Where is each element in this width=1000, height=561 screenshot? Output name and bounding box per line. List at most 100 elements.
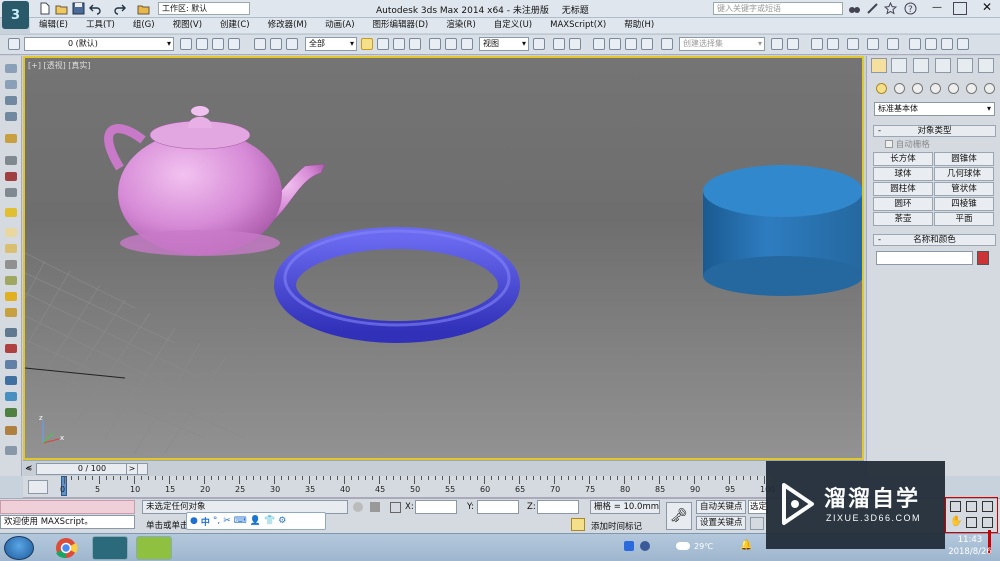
tool-omni-icon[interactable] <box>5 308 17 317</box>
tool-world-icon[interactable] <box>5 392 17 401</box>
tool-shape-icon[interactable] <box>5 228 17 237</box>
rectangular-selection-icon[interactable] <box>393 38 405 50</box>
lights-icon[interactable] <box>912 83 923 94</box>
tool-render-icon[interactable] <box>5 172 17 181</box>
pivot-center-icon[interactable] <box>533 38 545 50</box>
ime-tray-icon[interactable] <box>624 541 634 551</box>
ime-scissors-icon[interactable]: ✂ <box>223 516 231 526</box>
cylinder-button[interactable]: 圆柱体 <box>873 182 933 196</box>
notification-bell-icon[interactable]: 🔔 <box>740 540 752 551</box>
menu-views[interactable]: 视图(V) <box>164 18 211 33</box>
sphere-button[interactable]: 球体 <box>873 167 933 181</box>
tool-selection-icon[interactable] <box>5 64 17 73</box>
curve-editor-icon[interactable] <box>867 38 879 50</box>
box-button[interactable]: 长方体 <box>873 152 933 166</box>
curve-editor-mini-icon[interactable] <box>28 480 48 494</box>
material-editor-icon[interactable] <box>909 38 921 50</box>
favorites-star-icon[interactable] <box>884 2 897 15</box>
torus-button[interactable]: 圆环 <box>873 197 933 211</box>
tool-layer-icon[interactable] <box>5 112 17 121</box>
window-crossing-icon[interactable] <box>409 38 421 50</box>
maxscript-output[interactable]: 欢迎使用 MAXScript。 <box>0 515 135 529</box>
ime-user-icon[interactable]: 👤 <box>250 516 261 526</box>
menu-customize[interactable]: 自定义(U) <box>485 18 541 33</box>
selection-lock-icon[interactable] <box>370 502 380 512</box>
tool-freeze-icon[interactable] <box>5 134 17 143</box>
menu-animation[interactable]: 动画(A) <box>316 18 363 33</box>
shapes-icon[interactable] <box>894 83 905 94</box>
tool-paint-icon[interactable] <box>5 408 17 417</box>
y-coordinate-input[interactable] <box>477 500 519 514</box>
name-color-rollout-header[interactable]: - 名称和颜色 <box>873 234 996 246</box>
add-time-tag-label[interactable]: 添加时间标记 <box>591 520 642 532</box>
menu-graph-editors[interactable]: 图形编辑器(D) <box>364 18 438 33</box>
orbit-icon[interactable] <box>966 517 977 528</box>
systems-icon[interactable] <box>984 83 995 94</box>
maximize-viewport-icon[interactable] <box>982 517 993 528</box>
torus-object[interactable] <box>274 227 520 343</box>
angle-snap-icon[interactable] <box>609 38 621 50</box>
align-icon[interactable] <box>787 38 799 50</box>
hierarchy-tab-icon[interactable] <box>913 58 929 73</box>
graphite-toolbar-icon[interactable] <box>847 38 859 50</box>
cameras-icon[interactable] <box>930 83 941 94</box>
tool-object-icon[interactable] <box>5 244 17 253</box>
open-file-icon[interactable] <box>55 2 68 15</box>
unlink-icon[interactable] <box>270 38 282 50</box>
bind-space-warp-icon[interactable] <box>286 38 298 50</box>
keyboard-shortcut-icon[interactable] <box>569 38 581 50</box>
perspective-viewport[interactable]: [+] [透视] [真实] z x <box>23 56 864 460</box>
ime-skin-icon[interactable]: 👕 <box>264 516 275 526</box>
motion-tab-icon[interactable] <box>935 58 951 73</box>
app-logo-icon[interactable]: 3 <box>2 1 29 29</box>
selection-filter-dropdown[interactable]: 全部 <box>305 37 357 51</box>
redo-icon[interactable] <box>113 2 126 15</box>
tool-camera-icon[interactable] <box>5 156 17 165</box>
key-filters-icon[interactable] <box>750 517 764 530</box>
select-manipulate-icon[interactable] <box>553 38 565 50</box>
tool-sun-icon[interactable] <box>5 292 17 301</box>
tool-grid-icon[interactable] <box>5 80 17 89</box>
pyramid-button[interactable]: 四棱锥 <box>934 197 994 211</box>
close-button[interactable]: ✕ <box>978 0 996 15</box>
menu-group[interactable]: 组(G) <box>124 18 164 33</box>
select-by-name-icon[interactable] <box>377 38 389 50</box>
layer-dropdown[interactable]: 0 (默认) <box>24 37 174 51</box>
key-filter-dropdown[interactable]: 选定 <box>748 500 768 514</box>
set-current-layer-icon[interactable] <box>228 38 240 50</box>
ime-settings-icon[interactable]: ⚙ <box>278 516 286 526</box>
start-button[interactable] <box>4 536 34 560</box>
sketchup-taskbar-icon[interactable] <box>136 536 172 560</box>
mirror-icon[interactable] <box>771 38 783 50</box>
render-setup-icon[interactable] <box>925 38 937 50</box>
cone-button[interactable]: 圆锥体 <box>934 152 994 166</box>
z-coordinate-input[interactable] <box>537 500 579 514</box>
named-selection-set-dropdown[interactable]: 创建选择集 <box>679 37 765 51</box>
tool-settings-icon[interactable] <box>5 446 17 455</box>
scene-explorer-icon[interactable] <box>811 38 823 50</box>
geometry-icon[interactable] <box>876 83 887 94</box>
menu-maxscript[interactable]: MAXScript(X) <box>541 18 615 33</box>
space-warps-icon[interactable] <box>966 83 977 94</box>
menu-modifiers[interactable]: 修改器(M) <box>259 18 316 33</box>
add-to-layer-icon[interactable] <box>196 38 208 50</box>
set-key-mode-button[interactable]: 设置关键点 <box>696 516 746 530</box>
modify-tab-icon[interactable] <box>891 58 907 73</box>
weather-temperature[interactable]: 29℃ <box>694 542 713 551</box>
menu-rendering[interactable]: 渲染(R) <box>437 18 485 33</box>
edit-named-selection-icon[interactable] <box>661 38 673 50</box>
teapot-button[interactable]: 茶壶 <box>873 212 933 226</box>
select-in-layer-icon[interactable] <box>212 38 224 50</box>
tool-teapot-icon[interactable] <box>5 276 17 285</box>
move-icon[interactable] <box>429 38 441 50</box>
percent-snap-icon[interactable] <box>625 38 637 50</box>
link-icon[interactable] <box>254 38 266 50</box>
chrome-taskbar-icon[interactable] <box>48 536 84 560</box>
tool-list-icon[interactable] <box>5 96 17 105</box>
system-clock[interactable]: 11:43 2018/8/26 <box>945 534 995 558</box>
schematic-view-icon[interactable] <box>887 38 899 50</box>
menu-tools[interactable]: 工具(T) <box>77 18 124 33</box>
rotate-icon[interactable] <box>445 38 457 50</box>
reference-coordinate-dropdown[interactable]: 视图 <box>479 37 529 51</box>
communication-center-icon[interactable] <box>866 2 879 15</box>
